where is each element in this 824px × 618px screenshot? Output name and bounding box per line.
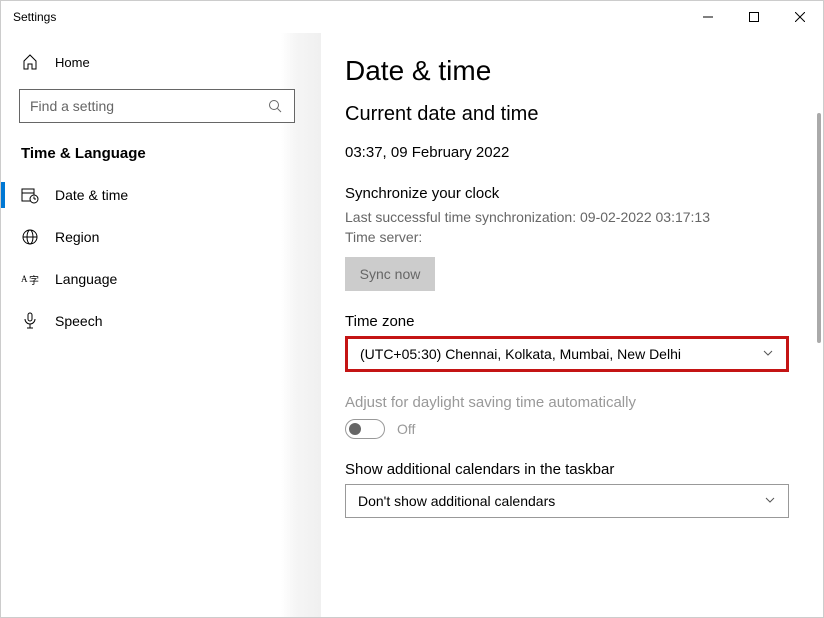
sidebar-item-speech[interactable]: Speech [1, 300, 321, 342]
language-icon: A字 [21, 270, 39, 288]
additional-calendars-value: Don't show additional calendars [358, 493, 555, 509]
minimize-button[interactable] [685, 1, 731, 33]
home-icon [21, 53, 39, 71]
nav-home[interactable]: Home [1, 43, 321, 81]
additional-calendars-label: Show additional calendars in the taskbar [345, 461, 795, 478]
timezone-label: Time zone [345, 313, 795, 330]
sidebar-item-date-time[interactable]: Date & time [1, 174, 321, 216]
microphone-icon [21, 312, 39, 330]
current-datetime-value: 03:37, 09 February 2022 [345, 144, 795, 161]
chevron-down-icon [762, 346, 774, 362]
page-title: Date & time [345, 55, 795, 87]
sidebar-item-region[interactable]: Region [1, 216, 321, 258]
sidebar: Home Find a setting Time & Language Date… [1, 33, 321, 617]
svg-text:A: A [21, 274, 28, 284]
current-datetime-heading: Current date and time [345, 103, 795, 126]
sidebar-item-language[interactable]: A字 Language [1, 258, 321, 300]
scrollbar-thumb[interactable] [817, 113, 821, 343]
daylight-state: Off [397, 421, 415, 437]
time-server-text: Time server: [345, 228, 795, 248]
calendar-clock-icon [21, 186, 39, 204]
sidebar-section-title: Time & Language [1, 137, 321, 174]
timezone-value: (UTC+05:30) Chennai, Kolkata, Mumbai, Ne… [360, 346, 681, 362]
svg-text:字: 字 [29, 274, 39, 287]
close-button[interactable] [777, 1, 823, 33]
sync-now-button[interactable]: Sync now [345, 257, 435, 291]
timezone-dropdown[interactable]: (UTC+05:30) Chennai, Kolkata, Mumbai, Ne… [345, 336, 789, 372]
daylight-label: Adjust for daylight saving time automati… [345, 394, 795, 411]
search-input[interactable]: Find a setting [19, 89, 295, 123]
chevron-down-icon [764, 493, 776, 509]
sidebar-item-label: Language [55, 271, 117, 287]
search-icon [266, 97, 284, 115]
maximize-button[interactable] [731, 1, 777, 33]
window-title: Settings [13, 10, 685, 24]
search-placeholder: Find a setting [30, 98, 114, 114]
sidebar-item-label: Region [55, 229, 99, 245]
globe-icon [21, 228, 39, 246]
content-pane: Date & time Current date and time 03:37,… [321, 33, 823, 617]
additional-calendars-dropdown[interactable]: Don't show additional calendars [345, 484, 789, 518]
sync-heading: Synchronize your clock [345, 185, 795, 202]
scrollbar[interactable] [815, 113, 823, 617]
last-sync-text: Last successful time synchronization: 09… [345, 208, 795, 228]
sidebar-item-label: Speech [55, 313, 102, 329]
sidebar-item-label: Date & time [55, 187, 128, 203]
nav-home-label: Home [55, 55, 90, 70]
daylight-toggle [345, 419, 385, 439]
